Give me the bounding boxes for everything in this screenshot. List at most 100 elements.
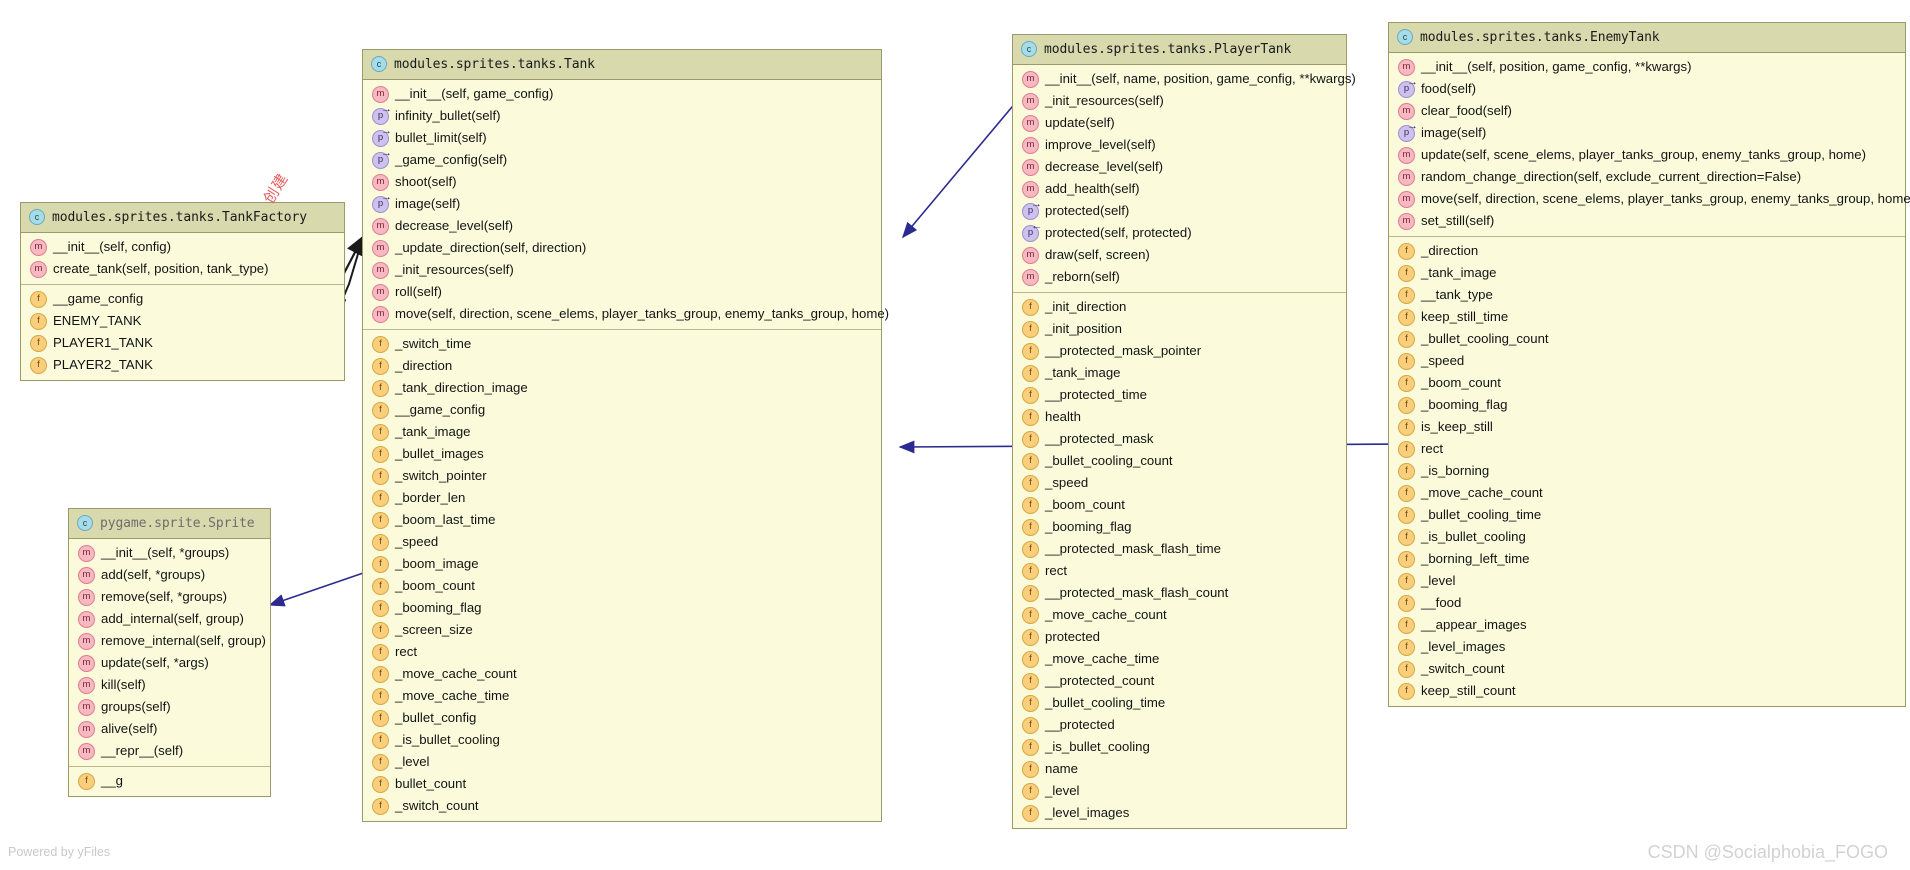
member-row[interactable]: f _bullet_cooling_time — [1013, 692, 1346, 714]
class-box-tank[interactable]: c modules.sprites.tanks.Tank m __init__(s… — [362, 49, 889, 822]
member-row[interactable]: m __init__(self, *groups) — [69, 542, 270, 564]
member-row[interactable]: m decrease_level(self) — [363, 215, 881, 237]
member-row[interactable]: m move(self, direction, scene_elems, play… — [363, 303, 889, 325]
member-row[interactable]: m clear_food(self) — [1389, 100, 1905, 122]
member-row[interactable]: p → protected(self, protected) — [1013, 220, 1346, 244]
member-row[interactable]: f __game_config — [21, 288, 344, 310]
member-row[interactable]: f _tank_image — [363, 421, 881, 443]
member-row[interactable]: f keep_still_time — [1389, 306, 1905, 328]
member-row[interactable]: f _boom_image — [363, 553, 881, 575]
member-row[interactable]: f _move_cache_time — [1013, 648, 1346, 670]
member-row[interactable]: m add_internal(self, group) — [69, 608, 270, 630]
member-row[interactable]: f _boom_count — [1013, 494, 1346, 516]
member-row[interactable]: f _switch_count — [363, 795, 881, 817]
member-row[interactable]: f _border_len — [363, 487, 881, 509]
member-row[interactable]: f bullet_count — [363, 773, 881, 795]
member-row[interactable]: f __protected_count — [1013, 670, 1346, 692]
member-row[interactable]: f _level_images — [1013, 802, 1346, 824]
member-row[interactable]: m kill(self) — [69, 674, 270, 696]
member-row[interactable]: f PLAYER1_TANK — [21, 332, 344, 354]
member-row[interactable]: f _is_bullet_cooling — [363, 729, 881, 751]
member-row[interactable]: f __protected_mask_flash_time — [1013, 538, 1346, 560]
member-row[interactable]: m _init_resources(self) — [1013, 90, 1346, 112]
member-row[interactable]: f __game_config — [363, 399, 881, 421]
member-row[interactable]: p → bullet_limit(self) — [363, 125, 881, 149]
member-row[interactable]: f __g — [69, 770, 270, 792]
member-row[interactable]: p → protected(self) — [1013, 198, 1346, 222]
member-row[interactable]: f _move_cache_count — [363, 663, 881, 685]
member-row[interactable]: m __init__(self, name, position, game_con… — [1013, 68, 1356, 90]
member-row[interactable]: f _booming_flag — [1389, 394, 1905, 416]
member-row[interactable]: f _booming_flag — [363, 597, 881, 619]
member-row[interactable]: f keep_still_count — [1389, 680, 1905, 702]
member-row[interactable]: f _is_borning — [1389, 460, 1905, 482]
member-row[interactable]: m roll(self) — [363, 281, 881, 303]
member-row[interactable]: m improve_level(self) — [1013, 134, 1346, 156]
member-row[interactable]: m alive(self) — [69, 718, 270, 740]
member-row[interactable]: f _switch_time — [363, 333, 881, 355]
member-row[interactable]: f _booming_flag — [1013, 516, 1346, 538]
member-row[interactable]: f _is_bullet_cooling — [1013, 736, 1346, 758]
member-row[interactable]: m decrease_level(self) — [1013, 156, 1346, 178]
member-row[interactable]: m update(self) — [1013, 112, 1346, 134]
member-row[interactable]: m groups(self) — [69, 696, 270, 718]
member-row[interactable]: m move(self, direction, scene_elems, play… — [1389, 188, 1910, 210]
member-row[interactable]: f _speed — [1389, 350, 1905, 372]
member-row[interactable]: f _level — [1013, 780, 1346, 802]
member-row[interactable]: f __protected — [1013, 714, 1346, 736]
member-row[interactable]: f _boom_count — [1389, 372, 1905, 394]
member-row[interactable]: f is_keep_still — [1389, 416, 1905, 438]
member-row[interactable]: m set_still(self) — [1389, 210, 1905, 232]
member-row[interactable]: m _update_direction(self, direction) — [363, 237, 881, 259]
member-row[interactable]: f _bullet_cooling_count — [1389, 328, 1905, 350]
member-row[interactable]: f rect — [1013, 560, 1346, 582]
member-row[interactable]: m __init__(self, config) — [21, 236, 344, 258]
member-row[interactable]: f _tank_image — [1013, 362, 1346, 384]
member-row[interactable]: f _speed — [363, 531, 881, 553]
member-row[interactable]: f _borning_left_time — [1389, 548, 1905, 570]
member-row[interactable]: f __food — [1389, 592, 1905, 614]
member-row[interactable]: f _bullet_images — [363, 443, 881, 465]
member-row[interactable]: f _bullet_cooling_time — [1389, 504, 1905, 526]
member-row[interactable]: p → _game_config(self) — [363, 147, 881, 171]
class-box-enemy-tank[interactable]: c modules.sprites.tanks.EnemyTank m __ini… — [1388, 22, 1910, 707]
class-box-pygame-sprite[interactable]: c pygame.sprite.Sprite m __init__(self, *… — [68, 508, 271, 797]
class-box-tank-factory[interactable]: c modules.sprites.tanks.TankFactory m __… — [20, 202, 345, 381]
member-row[interactable]: f _switch_count — [1389, 658, 1905, 680]
member-row[interactable]: f _level — [1389, 570, 1905, 592]
member-row[interactable]: m __init__(self, game_config) — [363, 83, 881, 105]
member-row[interactable]: f __protected_mask_flash_count — [1013, 582, 1346, 604]
member-row[interactable]: f __protected_mask_pointer — [1013, 340, 1346, 362]
member-row[interactable]: m _reborn(self) — [1013, 266, 1346, 288]
member-row[interactable]: f _move_cache_count — [1389, 482, 1905, 504]
member-row[interactable]: p → food(self) — [1389, 76, 1905, 100]
member-row[interactable]: f __protected_mask — [1013, 428, 1346, 450]
member-row[interactable]: m _init_resources(self) — [363, 259, 881, 281]
member-row[interactable]: f name — [1013, 758, 1346, 780]
member-row[interactable]: f health — [1013, 406, 1346, 428]
member-row[interactable]: f _direction — [1389, 240, 1905, 262]
member-row[interactable]: f rect — [1389, 438, 1905, 460]
member-row[interactable]: f _screen_size — [363, 619, 881, 641]
member-row[interactable]: m create_tank(self, position, tank_type) — [21, 258, 344, 280]
member-row[interactable]: m add_health(self) — [1013, 178, 1346, 200]
member-row[interactable]: m remove(self, *groups) — [69, 586, 270, 608]
member-row[interactable]: f _boom_count — [363, 575, 881, 597]
member-row[interactable]: f _bullet_cooling_count — [1013, 450, 1346, 472]
member-row[interactable]: f _boom_last_time — [363, 509, 881, 531]
member-row[interactable]: f _init_direction — [1013, 296, 1346, 318]
member-row[interactable]: f _switch_pointer — [363, 465, 881, 487]
member-row[interactable]: f _speed — [1013, 472, 1346, 494]
member-row[interactable]: m random_change_direction(self, exclude_c… — [1389, 166, 1905, 188]
member-row[interactable]: f _bullet_config — [363, 707, 881, 729]
member-row[interactable]: m shoot(self) — [363, 171, 881, 193]
member-row[interactable]: m update(self, scene_elems, player_tanks_… — [1389, 144, 1905, 166]
member-row[interactable]: m update(self, *args) — [69, 652, 270, 674]
member-row[interactable]: p → image(self) — [363, 191, 881, 215]
member-row[interactable]: m __repr__(self) — [69, 740, 270, 762]
member-row[interactable]: m draw(self, screen) — [1013, 244, 1346, 266]
member-row[interactable]: p → image(self) — [1389, 120, 1905, 144]
member-row[interactable]: f __appear_images — [1389, 614, 1905, 636]
member-row[interactable]: f ENEMY_TANK — [21, 310, 344, 332]
member-row[interactable]: f _level_images — [1389, 636, 1905, 658]
